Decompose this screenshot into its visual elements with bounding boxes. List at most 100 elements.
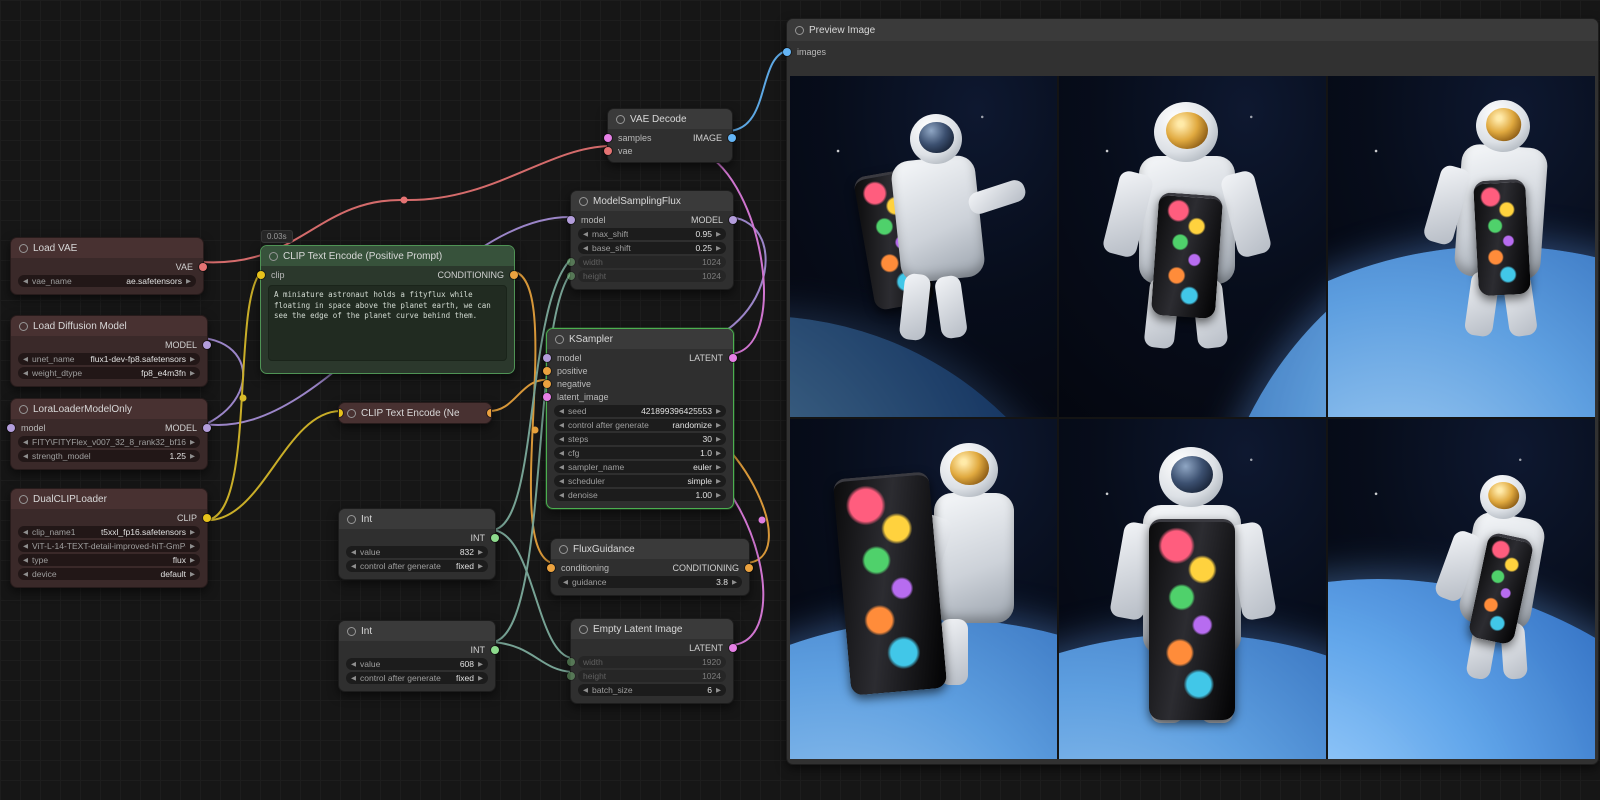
negative-input-dot[interactable] — [543, 380, 551, 388]
prev-arrow-icon[interactable]: ◀ — [559, 449, 564, 457]
widget-denoise[interactable]: ◀ denoise 1.00 ▶ — [554, 489, 726, 501]
next-arrow-icon[interactable]: ▶ — [716, 477, 721, 485]
widget-unet-name[interactable]: ◀ unet_name flux1-dev-fp8.safetensors ▶ — [18, 353, 200, 365]
collapse-dot[interactable] — [19, 495, 28, 504]
node-vae-decode[interactable]: VAE Decode samples IMAGE vae — [607, 108, 733, 163]
node-title-bar[interactable]: KSampler — [547, 329, 733, 349]
widget-batch-size[interactable]: ◀ batch_size 6 ▶ — [578, 684, 726, 696]
prev-arrow-icon[interactable]: ◀ — [559, 491, 564, 499]
widget-clip-name1[interactable]: ◀ clip_name1 t5xxl_fp16.safetensors ▶ — [18, 526, 200, 538]
prev-arrow-icon[interactable]: ◀ — [559, 463, 564, 471]
height-input-dot[interactable] — [567, 672, 575, 680]
next-arrow-icon[interactable]: ▶ — [716, 463, 721, 471]
prev-arrow-icon[interactable]: ◀ — [559, 421, 564, 429]
widget-vae-name[interactable]: ◀ vae_name ae.safetensors ▶ — [18, 275, 196, 287]
prev-arrow-icon[interactable]: ◀ — [563, 578, 568, 586]
image-output-dot[interactable] — [728, 134, 736, 142]
node-empty-latent-image[interactable]: Empty Latent Image LATENT width 1920 hei… — [570, 618, 734, 704]
prev-arrow-icon[interactable]: ◀ — [23, 277, 28, 285]
widget-steps[interactable]: ◀ steps 30 ▶ — [554, 433, 726, 445]
widget-guidance[interactable]: ◀ guidance 3.8 ▶ — [558, 576, 742, 588]
conditioning-output-dot[interactable] — [510, 271, 518, 279]
width-input-dot[interactable] — [567, 258, 575, 266]
widget-scheduler[interactable]: ◀ scheduler simple ▶ — [554, 475, 726, 487]
widget-base-shift[interactable]: ◀ base_shift 0.25 ▶ — [578, 242, 726, 254]
node-flux-guidance[interactable]: FluxGuidance conditioning CONDITIONING ◀… — [550, 538, 750, 596]
collapse-dot[interactable] — [555, 335, 564, 344]
collapse-dot[interactable] — [795, 26, 804, 35]
node-preview-image[interactable]: Preview Image images — [786, 18, 1599, 765]
prev-arrow-icon[interactable]: ◀ — [351, 548, 356, 556]
model-output-dot[interactable] — [203, 341, 211, 349]
model-output-dot[interactable] — [203, 424, 211, 432]
node-title-bar[interactable]: Load Diffusion Model — [11, 316, 207, 336]
node-title-bar[interactable]: VAE Decode — [608, 109, 732, 129]
widget-clip-name2[interactable]: ◀ ViT-L-14-TEXT-detail-improved-hiT-GmP-… — [18, 540, 200, 552]
link-dot[interactable] — [401, 197, 408, 204]
collapse-dot[interactable] — [347, 627, 356, 636]
prev-arrow-icon[interactable]: ◀ — [23, 369, 28, 377]
node-ksampler[interactable]: KSampler model LATENT positive negative … — [546, 328, 734, 509]
clip-input-dot[interactable] — [339, 409, 343, 417]
next-arrow-icon[interactable]: ▶ — [716, 491, 721, 499]
model-input-dot[interactable] — [567, 216, 575, 224]
widget-control-after-generate[interactable]: ◀ control after generate randomize ▶ — [554, 419, 726, 431]
node-load-diffusion-model[interactable]: Load Diffusion Model MODEL ◀ unet_name f… — [10, 315, 208, 387]
prev-arrow-icon[interactable]: ◀ — [23, 355, 28, 363]
latent-output-dot[interactable] — [729, 354, 737, 362]
node-title-bar[interactable]: CLIP Text Encode (Positive Prompt) — [261, 246, 514, 266]
widget-height-input[interactable]: height 1024 — [578, 670, 726, 682]
node-title-bar[interactable]: Int — [339, 509, 495, 529]
prev-arrow-icon[interactable]: ◀ — [351, 562, 356, 570]
collapse-dot[interactable] — [19, 405, 28, 414]
next-arrow-icon[interactable]: ▶ — [732, 578, 737, 586]
widget-control-after-generate[interactable]: ◀ control after generate fixed ▶ — [346, 672, 488, 684]
latent-output-dot[interactable] — [729, 644, 737, 652]
link-dot[interactable] — [240, 395, 247, 402]
node-clip-text-encode-negative[interactable]: CLIP Text Encode (Ne — [338, 402, 492, 424]
node-title-bar[interactable]: Empty Latent Image — [571, 619, 733, 639]
conditioning-input-dot[interactable] — [547, 564, 555, 572]
node-title-bar[interactable]: CLIP Text Encode (Ne — [339, 403, 491, 423]
prev-arrow-icon[interactable]: ◀ — [559, 435, 564, 443]
next-arrow-icon[interactable]: ▶ — [478, 562, 483, 570]
node-int-height[interactable]: Int INT ◀ value 608 ▶ ◀ control after ge… — [338, 620, 496, 692]
collapse-dot[interactable] — [579, 197, 588, 206]
node-title-bar[interactable]: Preview Image — [787, 19, 1598, 41]
next-arrow-icon[interactable]: ▶ — [716, 421, 721, 429]
node-graph-canvas[interactable]: Load VAE VAE ◀ vae_name ae.safetensors ▶… — [0, 0, 1600, 800]
height-input-dot[interactable] — [567, 272, 575, 280]
prev-arrow-icon[interactable]: ◀ — [23, 452, 28, 460]
widget-width-input[interactable]: width 1920 — [578, 656, 726, 668]
widget-lora-name[interactable]: ◀ FITY\FITYFlex_v007_32_8_rank32_bf16 ..… — [18, 436, 200, 448]
widget-max-shift[interactable]: ◀ max_shift 0.95 ▶ — [578, 228, 726, 240]
next-arrow-icon[interactable]: ▶ — [716, 230, 721, 238]
collapse-dot[interactable] — [347, 515, 356, 524]
next-arrow-icon[interactable]: ▶ — [190, 570, 195, 578]
prev-arrow-icon[interactable]: ◀ — [23, 570, 28, 578]
next-arrow-icon[interactable]: ▶ — [190, 355, 195, 363]
samples-input-dot[interactable] — [604, 134, 612, 142]
prev-arrow-icon[interactable]: ◀ — [23, 542, 28, 550]
collapse-dot[interactable] — [19, 322, 28, 331]
clip-output-dot[interactable] — [203, 514, 211, 522]
collapse-dot[interactable] — [559, 545, 568, 554]
model-input-dot[interactable] — [7, 424, 15, 432]
widget-weight-dtype[interactable]: ◀ weight_dtype fp8_e4m3fn ▶ — [18, 367, 200, 379]
node-load-vae[interactable]: Load VAE VAE ◀ vae_name ae.safetensors ▶ — [10, 237, 204, 295]
next-arrow-icon[interactable]: ▶ — [190, 438, 195, 446]
link-dot[interactable] — [759, 517, 766, 524]
widget-value[interactable]: ◀ value 832 ▶ — [346, 546, 488, 558]
widget-sampler-name[interactable]: ◀ sampler_name euler ▶ — [554, 461, 726, 473]
next-arrow-icon[interactable]: ▶ — [190, 452, 195, 460]
conditioning-output-dot[interactable] — [745, 564, 753, 572]
prev-arrow-icon[interactable]: ◀ — [559, 477, 564, 485]
next-arrow-icon[interactable]: ▶ — [190, 528, 195, 536]
prev-arrow-icon[interactable]: ◀ — [23, 528, 28, 536]
collapse-dot[interactable] — [579, 625, 588, 634]
node-title-bar[interactable]: LoraLoaderModelOnly — [11, 399, 207, 419]
conditioning-output-dot[interactable] — [487, 409, 491, 417]
next-arrow-icon[interactable]: ▶ — [190, 369, 195, 377]
widget-cfg[interactable]: ◀ cfg 1.0 ▶ — [554, 447, 726, 459]
widget-control-after-generate[interactable]: ◀ control after generate fixed ▶ — [346, 560, 488, 572]
